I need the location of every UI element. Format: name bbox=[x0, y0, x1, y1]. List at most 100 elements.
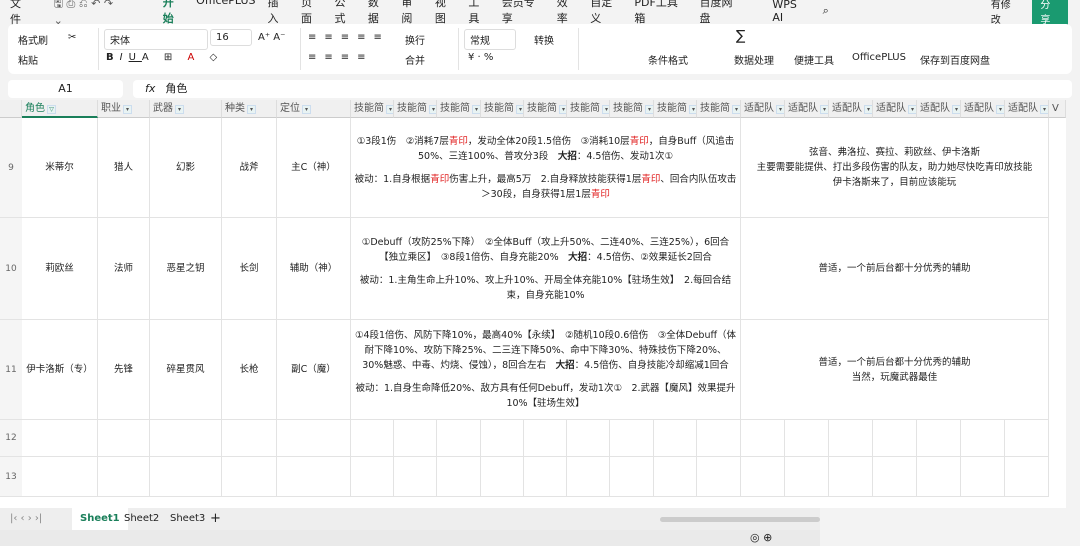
empty-cell[interactable] bbox=[222, 457, 277, 497]
cell-team[interactable]: 普适，一个前后台都十分优秀的辅助 当然，玩魔武器最佳 bbox=[741, 320, 1049, 420]
column-header[interactable]: 定位 ▾ bbox=[277, 100, 351, 118]
empty-cell[interactable] bbox=[829, 457, 873, 497]
column-header[interactable]: 种类 ▾ bbox=[222, 100, 277, 118]
column-header[interactable]: 适配队 ▾ bbox=[1005, 100, 1049, 118]
empty-cell[interactable] bbox=[785, 457, 829, 497]
paste-button[interactable]: 粘贴 bbox=[18, 52, 38, 67]
empty-cell[interactable] bbox=[1005, 420, 1049, 457]
empty-cell[interactable] bbox=[829, 420, 873, 457]
conditional-format-button[interactable]: 条件格式 bbox=[648, 52, 688, 67]
officeplus-button[interactable]: OfficePLUS bbox=[852, 52, 906, 63]
empty-cell[interactable] bbox=[567, 457, 610, 497]
filter-dropdown-icon[interactable]: ▾ bbox=[645, 105, 653, 114]
empty-cell[interactable] bbox=[741, 457, 785, 497]
cell-skill[interactable]: ①Debuff（攻防25%下降） ②全体Buff（攻上升50%、二连40%、三连… bbox=[351, 218, 741, 320]
row-number[interactable]: 10 bbox=[0, 218, 22, 320]
sheet-tab-1[interactable]: Sheet1 bbox=[72, 508, 128, 530]
row-number[interactable]: 13 bbox=[0, 457, 22, 497]
empty-cell[interactable] bbox=[697, 420, 741, 457]
cell-position[interactable]: 主C（神） bbox=[277, 118, 351, 218]
cell-skill[interactable]: ①3段1伤 ②消耗7层青印，发动全体20段1.5倍伤 ③消耗10层青印，自身Bu… bbox=[351, 118, 741, 218]
empty-cell[interactable] bbox=[917, 457, 961, 497]
wps-ai-button[interactable]: WPS AI bbox=[772, 0, 810, 24]
cell-position[interactable]: 辅助（神） bbox=[277, 218, 351, 320]
empty-cell[interactable] bbox=[610, 420, 654, 457]
filter-dropdown-icon[interactable]: ▾ bbox=[732, 105, 740, 114]
wrap-button[interactable]: 换行 bbox=[405, 32, 425, 47]
cell-team[interactable]: 普适，一个前后台都十分优秀的辅助 bbox=[741, 218, 1049, 320]
empty-cell[interactable] bbox=[351, 420, 394, 457]
filter-dropdown-icon[interactable]: ▾ bbox=[952, 105, 960, 114]
filter-dropdown-icon[interactable]: ▾ bbox=[429, 105, 436, 114]
filter-dropdown-icon[interactable]: ▾ bbox=[175, 105, 184, 114]
cell-role[interactable]: 莉欧丝 bbox=[22, 218, 98, 320]
column-header[interactable]: 适配队 ▾ bbox=[785, 100, 829, 118]
name-box[interactable]: A1 bbox=[8, 80, 123, 98]
empty-cell[interactable] bbox=[697, 457, 741, 497]
cell-type[interactable]: 战斧 bbox=[222, 118, 277, 218]
font-size-select[interactable]: 16 bbox=[210, 29, 252, 46]
sheet-nav-arrows[interactable]: |‹ ‹ › ›| bbox=[10, 513, 42, 524]
column-header[interactable]: 技能简 ▾ bbox=[654, 100, 697, 118]
filter-dropdown-icon[interactable]: ▾ bbox=[559, 105, 566, 114]
empty-cell[interactable] bbox=[277, 420, 351, 457]
filter-dropdown-icon[interactable]: ▾ bbox=[776, 105, 784, 114]
cut-icon[interactable]: ✂ bbox=[68, 32, 76, 43]
merge-button[interactable]: 合并 bbox=[405, 52, 425, 67]
cell-role[interactable]: 伊卡洛斯（专） bbox=[22, 320, 98, 420]
corner-cell[interactable] bbox=[0, 100, 22, 118]
sum-icon[interactable]: ∑ bbox=[736, 28, 745, 44]
filter-dropdown-icon[interactable]: ▾ bbox=[472, 105, 480, 114]
column-header[interactable]: 技能简 ▾ bbox=[567, 100, 610, 118]
column-header[interactable]: 技能简 ▾ bbox=[394, 100, 437, 118]
empty-cell[interactable] bbox=[150, 420, 222, 457]
horizontal-scrollbar[interactable] bbox=[660, 517, 820, 522]
add-sheet-icon[interactable]: + bbox=[210, 511, 221, 526]
empty-cell[interactable] bbox=[394, 420, 437, 457]
empty-cell[interactable] bbox=[567, 420, 610, 457]
filter-dropdown-icon[interactable]: ▾ bbox=[386, 105, 393, 114]
convert-button[interactable]: 转换 bbox=[534, 32, 554, 47]
column-header[interactable]: V bbox=[1049, 100, 1066, 118]
empty-cell[interactable] bbox=[654, 457, 697, 497]
cell-job[interactable]: 先锋 bbox=[98, 320, 150, 420]
column-header[interactable]: 适配队 ▾ bbox=[829, 100, 873, 118]
empty-cell[interactable] bbox=[741, 420, 785, 457]
quick-access-icons[interactable]: 🖫 ⎙ ⎌ ↶ ↷ ⌄ bbox=[54, 0, 125, 27]
filter-dropdown-icon[interactable]: ▾ bbox=[247, 105, 256, 114]
filter-dropdown-icon[interactable]: ▾ bbox=[689, 105, 696, 114]
halign-icons[interactable]: ≡≡≡≡ bbox=[308, 52, 374, 63]
empty-cell[interactable] bbox=[481, 457, 524, 497]
number-format-select[interactable]: 常规 bbox=[464, 29, 516, 50]
file-menu[interactable]: 文件 bbox=[10, 0, 32, 27]
cell-weapon[interactable]: 恶星之钥 bbox=[150, 218, 222, 320]
formula-input[interactable]: fx 角色 bbox=[133, 80, 1072, 98]
filter-dropdown-icon[interactable]: ▾ bbox=[602, 105, 609, 114]
cell-weapon[interactable]: 碎星贯风 bbox=[150, 320, 222, 420]
fx-icon[interactable]: fx bbox=[145, 82, 155, 95]
save-baidu-button[interactable]: 保存到百度网盘 bbox=[920, 52, 990, 67]
font-size-icons[interactable]: A⁺ A⁻ bbox=[258, 32, 285, 43]
filter-dropdown-icon[interactable]: ▾ bbox=[820, 105, 828, 114]
empty-cell[interactable] bbox=[873, 457, 917, 497]
filter-dropdown-icon[interactable]: ▾ bbox=[1040, 105, 1048, 114]
cell-position[interactable]: 副C（魔） bbox=[277, 320, 351, 420]
empty-cell[interactable] bbox=[610, 457, 654, 497]
column-header[interactable]: 技能简 ▾ bbox=[351, 100, 394, 118]
empty-cell[interactable] bbox=[150, 457, 222, 497]
column-header[interactable]: 技能简 ▾ bbox=[610, 100, 654, 118]
empty-cell[interactable] bbox=[873, 420, 917, 457]
column-header[interactable]: 适配队 ▾ bbox=[917, 100, 961, 118]
filter-dropdown-icon[interactable]: ▾ bbox=[908, 105, 916, 114]
data-process-button[interactable]: 数据处理 bbox=[734, 52, 774, 67]
empty-cell[interactable] bbox=[22, 457, 98, 497]
empty-cell[interactable] bbox=[917, 420, 961, 457]
empty-cell[interactable] bbox=[437, 457, 481, 497]
sheet-tab-3[interactable]: Sheet3 bbox=[170, 513, 205, 524]
quick-tools-button[interactable]: 便捷工具 bbox=[794, 52, 834, 67]
filter-dropdown-icon[interactable]: ▾ bbox=[996, 105, 1004, 114]
filter-dropdown-icon[interactable]: ▾ bbox=[302, 105, 311, 114]
cell-type[interactable]: 长剑 bbox=[222, 218, 277, 320]
empty-cell[interactable] bbox=[277, 457, 351, 497]
empty-cell[interactable] bbox=[481, 420, 524, 457]
